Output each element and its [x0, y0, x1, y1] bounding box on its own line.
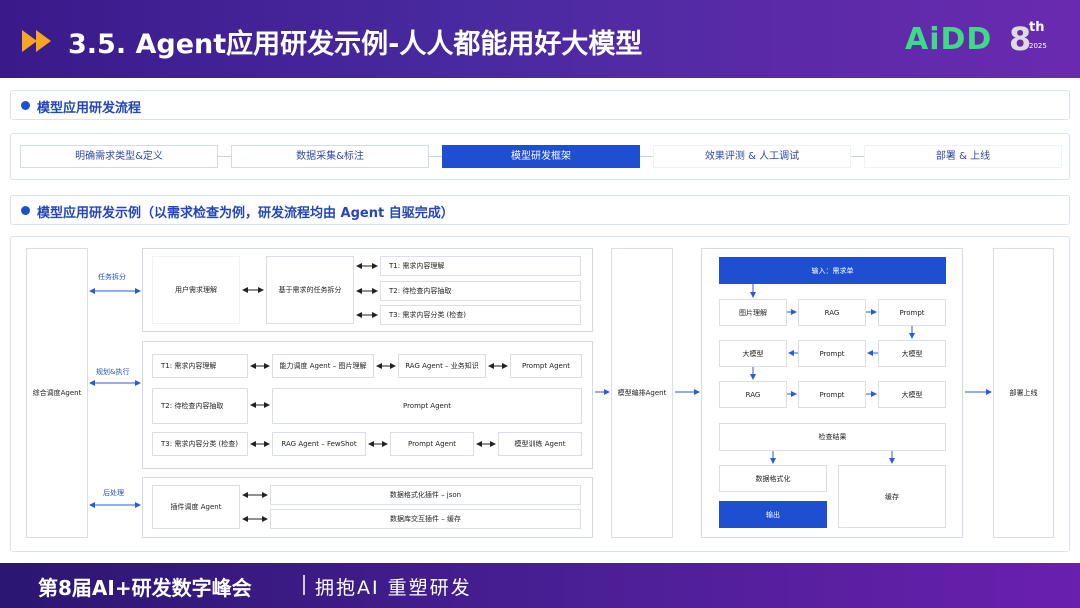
page-title: 3.5. Agent应用研发示例-人人都能用好大模型 [68, 29, 643, 60]
node-rag-1: RAG [798, 299, 866, 326]
section-example-bar: 模型应用研发示例（以需求检查为例，研发流程均由 Agent 自驱完成） [10, 195, 1070, 225]
node-g2-t1: T1: 需求内容理解 [152, 354, 248, 378]
conference-name: 第8届AI+研发数字峰会 [38, 576, 252, 600]
node-llm-3: 大模型 [878, 381, 946, 408]
bullet-dot [21, 206, 30, 215]
label-task-split: 任务拆分 [98, 273, 126, 281]
node-input: 输入：需求单 [719, 257, 946, 284]
node-task-t3: T3: 需求内容分类 (检查) [380, 305, 581, 325]
section-example-title: 模型应用研发示例（以需求检查为例，研发流程均由 Agent 自驱完成） [37, 206, 454, 221]
node-plugin-agent: 插件调度 Agent [152, 485, 240, 529]
step-model-framework[interactable]: 模型研发框架 [442, 145, 640, 168]
node-training-agent: 模型训练 Agent [498, 432, 582, 456]
step-connector [851, 156, 864, 157]
step-data-collection[interactable]: 数据采集&标注 [231, 145, 429, 168]
footer-band: 第8届AI+研发数字峰会 拥抱AI 重塑研发 [0, 563, 1080, 608]
node-g2-t3: T3: 需求内容分类 (检查) [152, 432, 248, 456]
node-data-format: 数据格式化 [719, 465, 827, 492]
node-prompt-agent-3: Prompt Agent [390, 432, 474, 456]
node-split-by-need: 基于需求的任务拆分 [266, 256, 354, 324]
node-rag-business: RAG Agent – 业务知识 [398, 354, 486, 378]
node-rag-2: RAG [719, 381, 787, 408]
node-check-result: 检查结果 [719, 423, 946, 451]
node-g2-t2: T2: 待检查内容抽取 [152, 388, 248, 424]
header-band: 3.5. Agent应用研发示例-人人都能用好大模型 AiDD 8 th 202… [0, 0, 1080, 78]
logo-edition: 8 [1009, 20, 1032, 58]
step-requirement-definition[interactable]: 明确需求类型&定义 [20, 145, 218, 168]
node-task-t2: T2: 待检查内容抽取 [380, 281, 581, 301]
node-cache: 缓存 [838, 465, 946, 528]
node-prompt-1: Prompt [878, 299, 946, 326]
node-prompt-3: Prompt [798, 381, 866, 408]
section-process-title: 模型应用研发流程 [37, 101, 142, 116]
node-plugin-cache: 数据库交互插件 – 缓存 [270, 509, 581, 529]
node-rag-fewshot: RAG Agent – FewShot [272, 432, 366, 456]
label-post-process: 后处理 [103, 489, 124, 497]
label-plan-exec: 规划&执行 [96, 368, 130, 376]
step-connector [640, 156, 653, 157]
footer-divider [303, 575, 305, 595]
logo-year: 2025 [1029, 42, 1047, 50]
logo-suffix: th [1029, 20, 1045, 35]
section-process-bar: 模型应用研发流程 [10, 90, 1070, 120]
node-deploy: 部署上线 [993, 248, 1054, 538]
step-deploy[interactable]: 部署 & 上线 [864, 145, 1062, 168]
step-connector [218, 156, 231, 157]
node-task-t1: T1: 需求内容理解 [380, 256, 581, 276]
node-output: 输出 [719, 501, 827, 528]
node-prompt-agent-1: Prompt Agent [510, 354, 582, 378]
node-image-understand: 图片理解 [719, 299, 787, 326]
node-master-agent: 综合调度Agent [26, 248, 88, 538]
node-llm-2: 大模型 [878, 340, 946, 367]
node-user-understand: 用户需求理解 [152, 256, 240, 324]
aidd-logo: AiDD 8 th 2025 [905, 20, 1055, 58]
node-llm-1: 大模型 [719, 340, 787, 367]
bullet-dot [21, 101, 30, 110]
logo-text: AiDD [905, 22, 993, 57]
node-capability-agent: 能力调度 Agent – 图片理解 [272, 354, 374, 378]
step-connector [429, 156, 442, 157]
step-evaluation[interactable]: 效果评测 & 人工调试 [653, 145, 851, 168]
node-prompt-2: Prompt [798, 340, 866, 367]
conference-slogan: 拥抱AI 重塑研发 [315, 577, 472, 599]
double-arrow-icon [22, 30, 51, 52]
node-prompt-agent-2: Prompt Agent [272, 388, 582, 424]
node-plugin-json: 数据格式化插件 – json [270, 485, 581, 505]
process-steps: 明确需求类型&定义 数据采集&标注 模型研发框架 效果评测 & 人工调试 部署 … [10, 133, 1070, 180]
node-model-orchestration: 模型编排Agent [611, 248, 673, 538]
